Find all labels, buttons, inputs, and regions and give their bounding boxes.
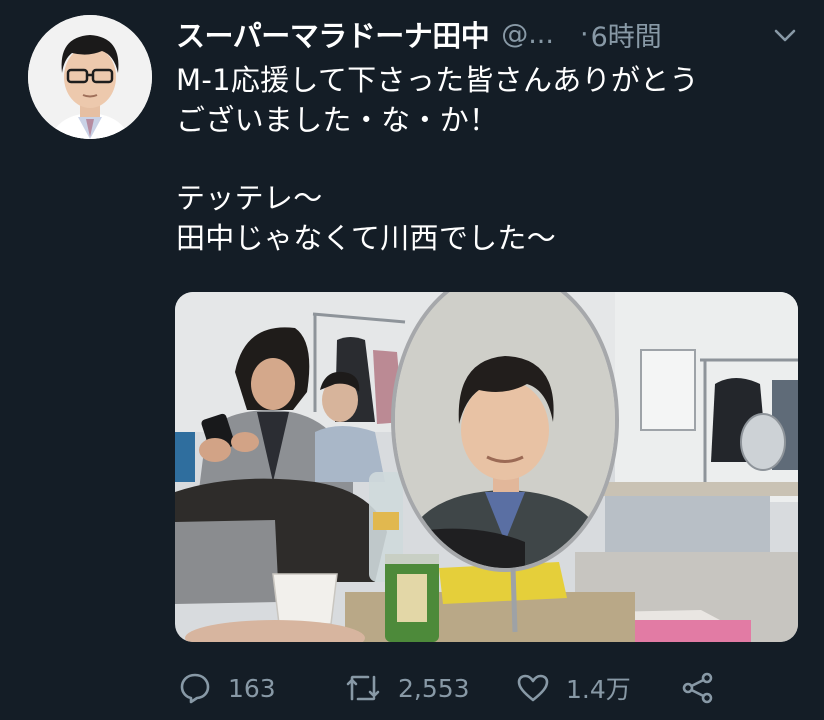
retweet-button[interactable]: 2,553 <box>344 673 516 703</box>
chevron-down-icon[interactable] <box>772 22 798 48</box>
tweet-header: スーパーマラドーナ田中 @... · 6時間 <box>176 14 806 54</box>
like-button[interactable]: 1.4万 <box>516 670 680 706</box>
avatar[interactable] <box>28 15 152 139</box>
tweet-text-line: ございました・な・か！ <box>176 103 499 137</box>
reply-icon <box>178 672 212 704</box>
user-handle[interactable]: @... <box>501 19 554 50</box>
tweet-text-line: M-1応援して下さった皆さんありがとう <box>176 63 699 97</box>
timestamp[interactable]: 6時間 <box>591 15 662 54</box>
avatar-image <box>28 15 152 139</box>
reply-button[interactable]: 163 <box>178 672 344 704</box>
tweet-actions: 163 2,553 1.4万 <box>178 668 716 708</box>
heart-icon <box>516 673 550 703</box>
share-icon <box>680 672 716 704</box>
retweet-count: 2,553 <box>398 673 470 703</box>
tweet-text-line <box>176 140 796 178</box>
tweet-text-line: 田中じゃなくて川西でした〜 <box>176 221 557 255</box>
retweet-icon <box>344 673 382 703</box>
tweet-text: M-1応援して下さった皆さんありがとう ございました・な・か！ テッテレ〜 田中… <box>176 60 796 258</box>
photo-illustration <box>175 292 798 642</box>
tweet-photo[interactable] <box>175 292 798 642</box>
tweet-card: スーパーマラドーナ田中 @... · 6時間 M-1応援して下さった皆さんありが… <box>0 0 824 720</box>
separator-dot: · <box>579 18 589 50</box>
reply-count: 163 <box>228 673 276 703</box>
share-button[interactable] <box>680 672 716 704</box>
display-name[interactable]: スーパーマラドーナ田中 <box>176 13 490 55</box>
like-count: 1.4万 <box>566 675 631 704</box>
tweet-text-line: テッテレ〜 <box>176 181 323 215</box>
